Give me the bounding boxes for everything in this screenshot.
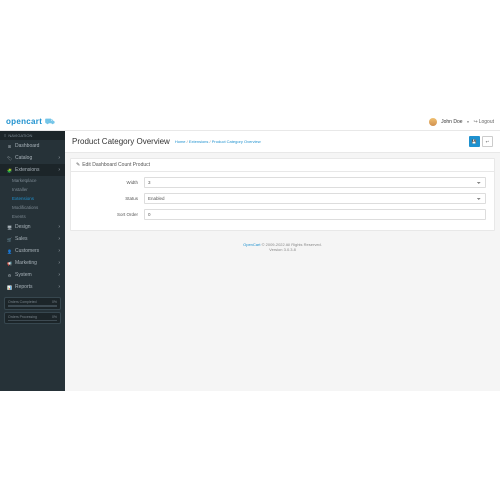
nav-header: ≡ NAVIGATION: [0, 131, 65, 140]
sidebar-sub-extensions[interactable]: Extensions: [0, 194, 65, 203]
share-icon: 📢: [7, 261, 12, 266]
save-icon: 💾: [472, 139, 477, 144]
sidebar-item-design[interactable]: 🖥Design: [0, 221, 65, 233]
sidebar-item-sales[interactable]: 🛒Sales: [0, 233, 65, 245]
logout-link[interactable]: ↪ Logout: [474, 119, 495, 125]
breadcrumb-extensions[interactable]: Extensions: [189, 139, 209, 144]
tag-icon: 🏷: [7, 156, 12, 161]
status-select[interactable]: Enabled: [144, 193, 486, 204]
sidebar-item-customers[interactable]: 👤Customers: [0, 245, 65, 257]
pencil-icon: ✎: [76, 162, 80, 168]
sidebar-item-system[interactable]: ⚙System: [0, 269, 65, 281]
user-icon: 👤: [7, 249, 12, 254]
widget-orders-processing: Orders Processing0%: [4, 312, 61, 325]
breadcrumb: Home / Extensions / Product Category Ove…: [175, 139, 261, 144]
sidebar-item-marketing[interactable]: 📢Marketing: [0, 257, 65, 269]
sidebar-sub-installer[interactable]: Installer: [0, 185, 65, 194]
reply-icon: ↩: [486, 139, 489, 144]
page-title: Product Category Overview: [72, 137, 170, 146]
cart-icon: 🛒: [7, 237, 12, 242]
desktop-icon: 🖥: [7, 225, 12, 230]
status-label: Status: [79, 196, 144, 201]
sidebar: ≡ NAVIGATION ⊞Dashboard 🏷Catalog 🧩Extens…: [0, 131, 65, 391]
sidebar-sub-modifications[interactable]: Modifications: [0, 203, 65, 212]
sort-order-label: Sort Order: [79, 212, 144, 217]
sort-order-input[interactable]: [144, 209, 486, 220]
page-header: Product Category Overview Home / Extensi…: [65, 131, 500, 153]
username[interactable]: John Doe: [441, 119, 462, 125]
edit-panel: ✎ Edit Dashboard Count Product Width 3 S…: [70, 158, 495, 231]
chevron-down-icon: ▼: [467, 120, 470, 124]
gear-icon: ⚙: [7, 273, 12, 278]
dashboard-icon: ⊞: [7, 144, 12, 149]
sidebar-item-reports[interactable]: 📊Reports: [0, 281, 65, 293]
puzzle-icon: 🧩: [7, 168, 12, 173]
sidebar-item-dashboard[interactable]: ⊞Dashboard: [0, 140, 65, 152]
footer: OpenCart © 2009-2022 All Rights Reserved…: [65, 236, 500, 258]
menu-icon: ≡: [4, 133, 6, 138]
widget-orders-completed: Orders Completed0%: [4, 297, 61, 310]
avatar[interactable]: [429, 118, 437, 126]
sidebar-item-extensions[interactable]: 🧩Extensions: [0, 164, 65, 176]
logo[interactable]: opencart ⛟: [6, 117, 55, 127]
breadcrumb-home[interactable]: Home: [175, 139, 186, 144]
sidebar-sub-events[interactable]: Events: [0, 212, 65, 221]
sidebar-sub-marketplace[interactable]: Marketplace: [0, 176, 65, 185]
footer-brand-link[interactable]: OpenCart: [243, 242, 260, 247]
app-header: opencart ⛟ John Doe ▼ ↪ Logout: [0, 114, 500, 131]
panel-header: ✎ Edit Dashboard Count Product: [71, 159, 494, 172]
back-button[interactable]: ↩: [482, 136, 493, 147]
sidebar-item-catalog[interactable]: 🏷Catalog: [0, 152, 65, 164]
width-select[interactable]: 3: [144, 177, 486, 188]
logout-icon: ↪: [474, 119, 478, 125]
chart-icon: 📊: [7, 285, 12, 290]
breadcrumb-current[interactable]: Product Category Overview: [212, 139, 261, 144]
footer-version: Version 3.0.3.8: [269, 247, 296, 252]
save-button[interactable]: 💾: [469, 136, 480, 147]
width-label: Width: [79, 180, 144, 185]
